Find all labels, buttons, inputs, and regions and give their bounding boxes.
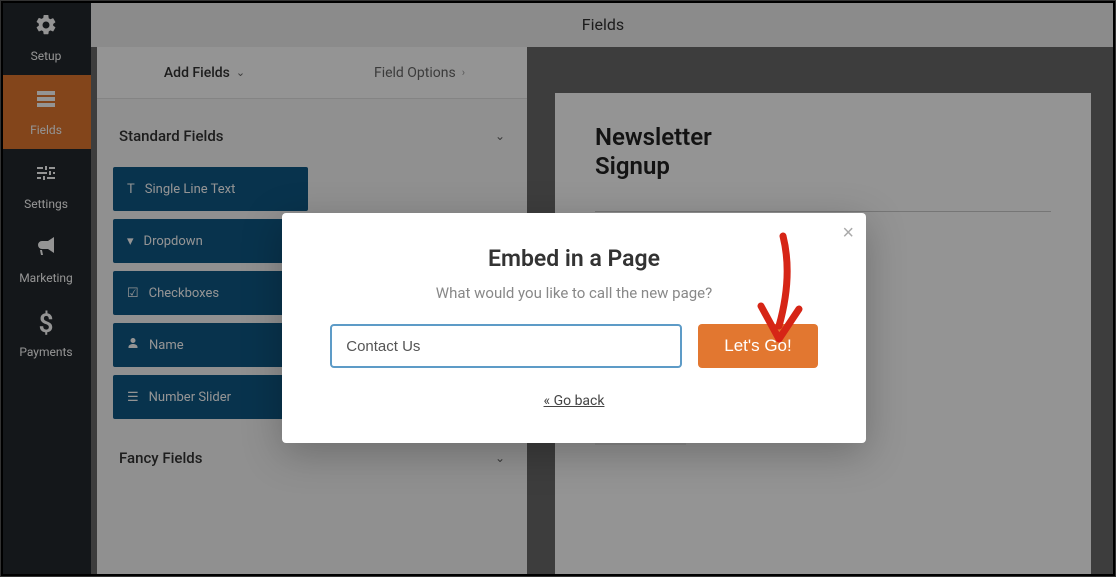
close-button[interactable]: × bbox=[842, 223, 854, 243]
go-back-link[interactable]: « Go back bbox=[544, 393, 605, 409]
modal-title: Embed in a Page bbox=[312, 245, 836, 272]
lets-go-button[interactable]: Let's Go! bbox=[698, 324, 818, 368]
page-name-input[interactable] bbox=[330, 324, 682, 368]
close-icon: × bbox=[842, 222, 854, 244]
embed-modal: × Embed in a Page What would you like to… bbox=[282, 213, 866, 443]
modal-subtitle: What would you like to call the new page… bbox=[312, 284, 836, 302]
